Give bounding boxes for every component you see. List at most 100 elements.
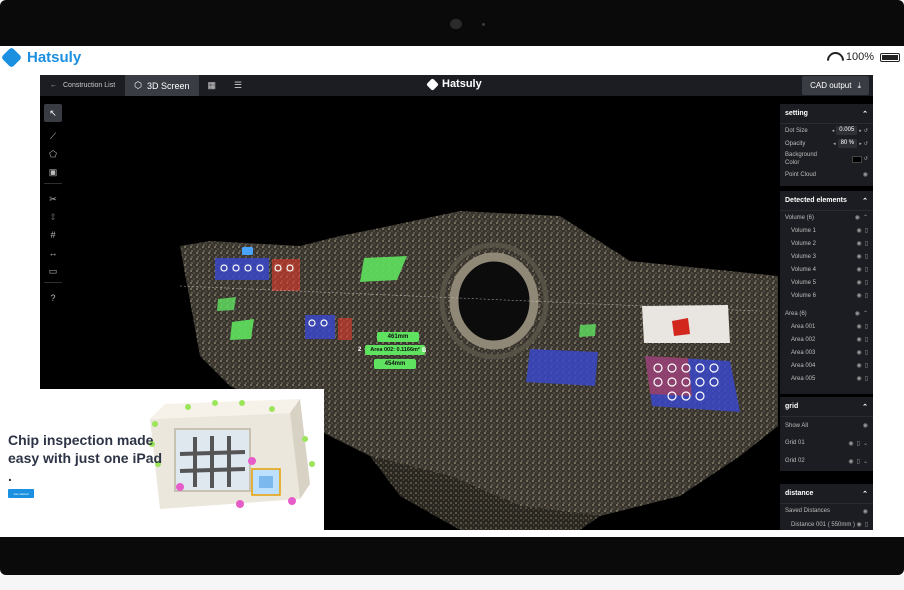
- select-tool-button[interactable]: ↖: [44, 104, 62, 122]
- list-item[interactable]: Area 005 ◉ ▯: [780, 372, 873, 385]
- eye-icon[interactable]: ◉: [856, 279, 861, 286]
- distance-header[interactable]: distance ⌃: [780, 484, 873, 504]
- eye-icon[interactable]: ◉: [848, 440, 853, 447]
- reset-icon[interactable]: ↺: [864, 156, 868, 162]
- eye-icon[interactable]: ◉: [856, 336, 861, 343]
- eye-icon[interactable]: ◉: [863, 422, 868, 429]
- eye-icon[interactable]: ◉: [856, 521, 861, 528]
- comment-tool-button[interactable]: ▭: [44, 262, 62, 280]
- tab-grid-view[interactable]: ▦: [199, 75, 226, 96]
- eye-icon[interactable]: ◉: [856, 362, 861, 369]
- chevron-down-icon[interactable]: ⌄: [863, 440, 868, 447]
- reset-icon[interactable]: ↺: [864, 141, 868, 147]
- area-marker-green: [217, 297, 236, 311]
- list-item[interactable]: Area 003 ◉ ▯: [780, 346, 873, 359]
- list-item[interactable]: Volume 6 ◉ ▯: [780, 289, 873, 302]
- split-tool-button[interactable]: ⇕: [44, 208, 62, 226]
- trash-icon[interactable]: ▯: [857, 440, 860, 447]
- setting-header[interactable]: setting ⌃: [780, 104, 873, 124]
- eye-icon[interactable]: ◉: [863, 171, 868, 178]
- list-item[interactable]: Area 001 ◉ ▯: [780, 320, 873, 333]
- get-started-button[interactable]: Get started: [8, 489, 34, 498]
- eye-icon[interactable]: ◉: [856, 240, 861, 247]
- eye-icon[interactable]: ◉: [855, 310, 860, 317]
- list-item[interactable]: Distance 001 ( 550mm ) ◉ ▯: [780, 518, 873, 530]
- help-button[interactable]: ?: [44, 289, 62, 307]
- eye-icon[interactable]: ◉: [856, 349, 861, 356]
- eye-icon[interactable]: ◉: [855, 214, 860, 221]
- promo-headline: Chip inspection made easy with just one …: [8, 432, 163, 484]
- trash-icon[interactable]: ▯: [865, 375, 868, 382]
- trash-icon[interactable]: ▯: [865, 349, 868, 356]
- trash-icon[interactable]: ▯: [865, 292, 868, 299]
- eye-icon[interactable]: ◉: [856, 323, 861, 330]
- list-item[interactable]: Volume 4 ◉ ▯: [780, 263, 873, 276]
- detected-region-red: [645, 356, 692, 396]
- volume-group-row[interactable]: Volume (6) ◉ ⌃: [780, 211, 873, 224]
- trash-icon[interactable]: ▯: [865, 279, 868, 286]
- detected-region-blue: [526, 349, 598, 386]
- trash-icon[interactable]: ▯: [865, 240, 868, 247]
- grid-tool-button[interactable]: #: [44, 226, 62, 244]
- eye-icon[interactable]: ◉: [856, 227, 861, 234]
- list-item[interactable]: Grid 02 ◉ ▯ ⌄: [780, 452, 873, 470]
- back-button[interactable]: ← Construction List: [40, 75, 125, 96]
- show-all-row[interactable]: Show All ◉: [780, 417, 873, 434]
- distance-tool-button[interactable]: ⟋: [44, 127, 62, 145]
- chevron-up-icon: ⌃: [862, 403, 868, 411]
- chevron-left-icon[interactable]: ◂: [833, 141, 836, 147]
- chevron-left-icon[interactable]: ◂: [832, 128, 835, 134]
- eye-icon[interactable]: ◉: [856, 375, 861, 382]
- background-color-label: Background Color: [785, 152, 818, 166]
- left-toolbar: ↖ ⟋ ⬠ ▣ ✂ ⇕ # ↔ ▭ ?: [44, 104, 62, 307]
- detected-region-blue: [305, 315, 335, 339]
- volume-group-label: Volume (6): [785, 214, 815, 221]
- point-cloud-label: Point Cloud: [785, 171, 817, 178]
- list-item[interactable]: Volume 5 ◉ ▯: [780, 276, 873, 289]
- cad-output-button[interactable]: CAD output ⤓: [802, 76, 869, 95]
- reset-icon[interactable]: ↺: [864, 128, 868, 134]
- trash-icon[interactable]: ▯: [865, 336, 868, 343]
- list-item[interactable]: Volume 2 ◉ ▯: [780, 237, 873, 250]
- area-tool-button[interactable]: ⬠: [44, 145, 62, 163]
- volume-tool-button[interactable]: ▣: [44, 163, 62, 181]
- chevron-up-icon[interactable]: ⌃: [863, 214, 868, 221]
- saved-distances-row[interactable]: Saved Distances ◉: [780, 504, 873, 518]
- dot-size-stepper[interactable]: ◂ 0.005 ▸ ↺: [832, 126, 868, 135]
- area-group-row[interactable]: Area (6) ◉ ⌃: [780, 307, 873, 320]
- cut-tool-button[interactable]: ✂: [44, 190, 62, 208]
- eye-icon[interactable]: ◉: [856, 266, 861, 273]
- area-marker-green: [579, 324, 596, 337]
- trash-icon[interactable]: ▯: [865, 266, 868, 273]
- list-item[interactable]: Grid 01 ◉ ▯ ⌄: [780, 434, 873, 452]
- point-cloud-row: Point Cloud ◉: [780, 168, 873, 181]
- eye-icon[interactable]: ◉: [856, 253, 861, 260]
- eye-icon[interactable]: ◉: [863, 508, 868, 515]
- cad-output-label: CAD output: [810, 81, 852, 90]
- trash-icon[interactable]: ▯: [865, 323, 868, 330]
- trash-icon[interactable]: ▯: [865, 227, 868, 234]
- chevron-right-icon[interactable]: ▸: [859, 141, 862, 147]
- list-item[interactable]: Volume 1 ◉ ▯: [780, 224, 873, 237]
- app-topbar: ← Construction List ⬡ 3D Screen ▦ ☰ Hats…: [40, 75, 873, 96]
- opacity-stepper[interactable]: ◂ 80 % ▸ ↺: [833, 139, 868, 148]
- trash-icon[interactable]: ▯: [865, 362, 868, 369]
- trash-icon[interactable]: ▯: [857, 458, 860, 465]
- trash-icon[interactable]: ▯: [865, 521, 868, 528]
- chevron-right-icon[interactable]: ▸: [859, 128, 862, 134]
- trash-icon[interactable]: ▯: [865, 253, 868, 260]
- background-color-swatch[interactable]: [851, 155, 862, 163]
- list-item[interactable]: Area 004 ◉ ▯: [780, 359, 873, 372]
- chevron-down-icon[interactable]: ⌄: [863, 458, 868, 465]
- opacity-row: Opacity ◂ 80 % ▸ ↺: [780, 137, 873, 150]
- tab-list-view[interactable]: ☰: [225, 75, 251, 96]
- measure-tool-button[interactable]: ↔: [44, 244, 62, 262]
- list-item[interactable]: Volume 3 ◉ ▯: [780, 250, 873, 263]
- tab-3d-screen[interactable]: ⬡ 3D Screen: [125, 75, 199, 96]
- grid-header[interactable]: grid ⌃: [780, 397, 873, 417]
- chevron-up-icon[interactable]: ⌃: [863, 310, 868, 317]
- list-item[interactable]: Area 002 ◉ ▯: [780, 333, 873, 346]
- detected-header[interactable]: Detected elements ⌃: [780, 191, 873, 211]
- eye-icon[interactable]: ◉: [848, 458, 853, 465]
- eye-icon[interactable]: ◉: [856, 292, 861, 299]
